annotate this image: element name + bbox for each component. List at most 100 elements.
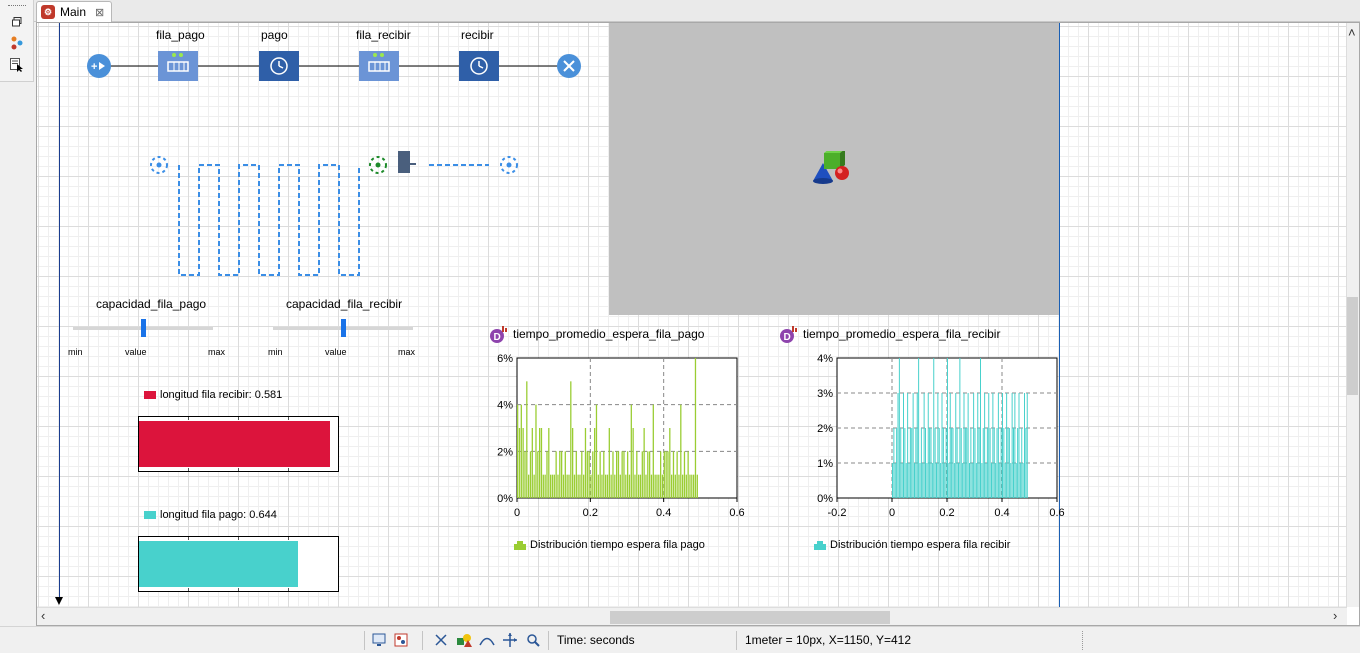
histogram-bar xyxy=(548,428,550,498)
queue-block-fila-pago[interactable] xyxy=(158,51,198,81)
block-label-pago: pago xyxy=(261,28,288,42)
zoom-icon[interactable] xyxy=(525,632,541,648)
histogram-bar xyxy=(956,428,958,498)
histogram-bar xyxy=(636,451,638,498)
close-icon[interactable]: ⊠ xyxy=(95,6,104,19)
histogram-bar xyxy=(685,474,687,498)
x-tick-label: 0.4 xyxy=(656,507,671,519)
restore-window-icon[interactable] xyxy=(9,14,25,30)
tab-main[interactable]: ⚙ Main ⊠ xyxy=(36,1,112,22)
histogram-bar xyxy=(696,474,698,498)
slider-value-label: value xyxy=(325,347,347,357)
agents-tree-icon[interactable] xyxy=(9,35,25,51)
scroll-left-icon[interactable]: ‹ xyxy=(41,608,45,623)
histogram-bar xyxy=(995,463,997,498)
histogram-bar xyxy=(628,474,631,498)
histogram-title-recibir: D tiempo_promedio_espera_fila_recibir xyxy=(779,325,1000,343)
histogram-bar xyxy=(539,428,541,498)
histogram-bar xyxy=(912,393,914,498)
histogram-bar xyxy=(669,428,671,498)
delay-block-recibir[interactable] xyxy=(459,51,499,81)
histogram-bar xyxy=(623,451,625,498)
histogram-bar xyxy=(960,428,962,498)
slider-label-capacidad-fila-recibir: capacidad_fila_recibir xyxy=(286,297,403,311)
legend-longitud-fila-recibir: longitud fila recibir: 0.581 xyxy=(144,389,282,401)
histogram-bar xyxy=(933,358,935,498)
delay-block-pago[interactable] xyxy=(259,51,299,81)
source-block[interactable]: + xyxy=(87,54,111,78)
vertical-scroll-thumb[interactable] xyxy=(1347,297,1358,395)
histogram-bar xyxy=(989,428,991,498)
histogram-bar xyxy=(969,463,970,498)
histogram-bar xyxy=(949,393,951,498)
histogram-bar xyxy=(923,393,925,498)
histogram-bar xyxy=(915,428,917,498)
horizontal-scrollbar[interactable]: ‹ › xyxy=(37,607,1347,625)
histogram-bar xyxy=(612,451,614,498)
slider-handle-capacidad-fila-recibir[interactable] xyxy=(341,319,346,337)
histogram-bar xyxy=(592,451,594,498)
toolbar-grip[interactable] xyxy=(8,5,26,6)
move-icon[interactable] xyxy=(502,632,518,648)
histogram-bar xyxy=(1004,463,1006,498)
y-tick-label: 4% xyxy=(817,353,833,365)
histogram-bar xyxy=(944,463,946,498)
sink-block[interactable] xyxy=(557,54,581,78)
histogram-bar xyxy=(931,463,933,498)
histogram-bar xyxy=(601,474,603,498)
histogram-bar xyxy=(599,451,601,498)
shapes-icon[interactable] xyxy=(456,632,472,648)
queue-icon xyxy=(167,53,189,72)
block-label-fila-recibir: fila_recibir xyxy=(356,28,411,42)
y-tick-label: 6% xyxy=(497,353,513,365)
horizontal-scroll-thumb[interactable] xyxy=(610,611,890,624)
histogram-bar xyxy=(904,428,906,498)
histogram-bar xyxy=(583,474,585,498)
histogram-legend-recibir: Distribución tiempo espera fila recibir xyxy=(814,539,1010,551)
histogram-bar xyxy=(680,404,682,498)
histogram-bar xyxy=(1021,428,1023,498)
histogram-bar xyxy=(667,451,669,498)
histogram-bar xyxy=(517,404,519,498)
histogram-bar xyxy=(568,474,570,498)
histogram-bar xyxy=(1024,393,1025,498)
histogram-bar xyxy=(616,451,618,498)
properties-cursor-icon[interactable] xyxy=(9,57,25,73)
histogram-bar xyxy=(661,474,664,498)
svg-text:D: D xyxy=(784,332,791,343)
scroll-up-icon[interactable]: ˄ xyxy=(1348,25,1356,40)
palette-icon[interactable] xyxy=(393,632,409,648)
histogram-bar xyxy=(894,463,896,498)
histogram-bar xyxy=(973,393,975,498)
histogram-bar xyxy=(634,474,636,498)
svg-text:+: + xyxy=(91,61,97,73)
queue-block-fila-recibir[interactable] xyxy=(359,51,399,81)
window-3d[interactable] xyxy=(609,23,1059,315)
histogram-bar xyxy=(674,474,676,498)
histogram-bar xyxy=(584,428,587,498)
histogram-bar xyxy=(970,428,972,498)
dataset-icon: D xyxy=(490,326,507,343)
slider-handle-capacidad-fila-pago[interactable] xyxy=(141,319,146,337)
histogram-bar xyxy=(918,358,920,498)
histogram-bar xyxy=(975,463,977,498)
curve-icon[interactable] xyxy=(479,632,495,648)
connect-icon[interactable] xyxy=(433,632,449,648)
histogram-bar xyxy=(1013,428,1014,498)
screen-icon[interactable] xyxy=(371,632,387,648)
histogram-bar xyxy=(908,463,910,498)
vertical-scrollbar[interactable]: ˄ xyxy=(1346,23,1359,607)
y-tick-label: 0% xyxy=(497,493,513,505)
histogram-bar xyxy=(590,474,592,498)
histogram-bar xyxy=(645,474,647,498)
separator xyxy=(364,631,365,650)
legend-swatch-icon xyxy=(514,541,526,550)
x-tick-label: 0.2 xyxy=(583,507,598,519)
histogram-bar xyxy=(1010,463,1012,498)
tab-label: Main xyxy=(60,5,87,19)
scroll-right-icon[interactable]: › xyxy=(1333,608,1337,623)
queue-icon xyxy=(368,53,390,72)
bar-chart-longitud-fila-recibir xyxy=(138,416,339,472)
model-canvas[interactable]: + fila_pago pago fila_recibir recibir ca… xyxy=(37,23,1347,607)
histogram-bar xyxy=(966,428,968,498)
